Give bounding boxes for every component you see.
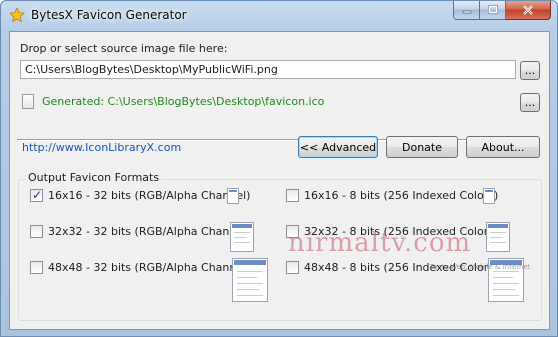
format-label-32-32: 32x32 - 32 bits (RGB/Alpha Channel) <box>48 225 251 238</box>
donate-button[interactable]: Donate <box>386 136 458 158</box>
star-icon <box>9 7 25 23</box>
favicon-preview-thumbnail <box>232 258 268 302</box>
watermark-text: nirmaltv.com <box>288 228 472 258</box>
favicon-preview-thumbnail <box>483 188 495 204</box>
close-button[interactable] <box>506 1 551 20</box>
maximize-icon <box>487 5 498 14</box>
format-checkbox-48-32[interactable] <box>30 261 43 274</box>
format-checkbox-16-8[interactable] <box>286 189 299 202</box>
title-bar[interactable]: BytesX Favicon Generator <box>1 1 557 31</box>
output-formats-title: Output Favicon Formats <box>26 171 162 184</box>
format-label-16-8: 16x16 - 8 bits (256 Indexed Colors) <box>304 189 499 202</box>
website-link[interactable]: http://www.IconLibraryX.com <box>22 141 181 154</box>
source-label: Drop or select source image file here: <box>20 42 228 55</box>
close-icon <box>523 5 533 15</box>
caption-buttons <box>453 1 551 21</box>
source-browse-button[interactable]: ... <box>520 61 540 80</box>
minimize-button[interactable] <box>453 1 480 20</box>
format-checkbox-32-32[interactable] <box>30 225 43 238</box>
format-checkbox-16-32[interactable]: ✓ <box>30 188 43 202</box>
generated-browse-button[interactable]: ... <box>520 93 540 112</box>
format-checkbox-48-8[interactable] <box>286 261 299 274</box>
watermark-subtext: Tech, Web, Mobile & Internet <box>430 263 531 271</box>
favicon-preview-thumbnail <box>230 222 254 252</box>
main-panel: Drop or select source image file here: C… <box>9 31 550 330</box>
generated-path-text: Generated: C:\Users\BlogBytes\Desktop\fa… <box>42 95 325 108</box>
advanced-button[interactable]: << Advanced <box>298 136 378 158</box>
minimize-icon <box>462 10 471 14</box>
app-window: BytesX Favicon Generator Drop or select … <box>0 0 558 337</box>
window-title: BytesX Favicon Generator <box>31 8 187 22</box>
document-icon <box>22 94 34 109</box>
format-label-16-32: 16x16 - 32 bits (RGB/Alpha Channel) <box>48 189 251 202</box>
favicon-preview-thumbnail <box>227 188 239 204</box>
format-label-48-32: 48x48 - 32 bits (RGB/Alpha Channel) <box>48 261 251 274</box>
source-path-input[interactable]: C:\Users\BlogBytes\Desktop\MyPublicWiFi.… <box>20 60 516 79</box>
checkmark-icon: ✓ <box>32 188 43 202</box>
favicon-preview-thumbnail <box>486 222 510 252</box>
about-button[interactable]: About... <box>466 136 540 158</box>
maximize-button[interactable] <box>480 1 506 20</box>
